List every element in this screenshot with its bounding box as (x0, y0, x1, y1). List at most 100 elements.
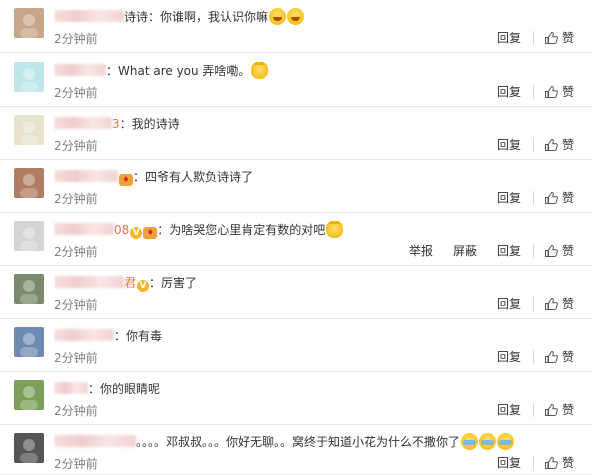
comment-row: 08 ：为啥哭您心里肯定有数的对吧 2分钟前 举报 屏蔽 回复 赞 (0, 213, 592, 266)
action-divider (532, 350, 534, 364)
like-button[interactable]: 赞 (544, 190, 574, 206)
comment-time: 2分钟前 (54, 139, 98, 153)
reply-button[interactable]: 回复 (497, 84, 521, 100)
reply-button[interactable]: 回复 (497, 137, 521, 153)
like-button[interactable]: 赞 (544, 137, 574, 153)
comment-row: 3：我的诗诗 2分钟前 回复 赞 (0, 107, 592, 160)
block-button[interactable]: 屏蔽 (453, 243, 477, 259)
comment-text: 诗诗：你谁啊，我认识你嘛 (124, 10, 269, 24)
cry-emoji-icon (461, 433, 479, 450)
comment-row: ：四爷有人欺负诗诗了 2分钟前 回复 赞 (0, 160, 592, 213)
comment-actions: 回复 赞 (497, 455, 574, 471)
reply-button[interactable]: 回复 (497, 455, 521, 471)
comment-text: 。。。。邓叔叔。。。你好无聊。。窝终于知道小花为什么不撒你了 (136, 435, 461, 449)
comment-list: 诗诗：你谁啊，我认识你嘛 2分钟前 回复赞：What are you 弄啥嘞。 2分钟… (0, 0, 592, 475)
like-label: 赞 (561, 244, 574, 258)
comment-actions: 举报 屏蔽 回复 赞 (409, 243, 574, 259)
fan-badge-icon[interactable] (143, 227, 158, 239)
like-button[interactable]: 赞 (544, 243, 574, 259)
comment-text: ：你的眼睛呢 (88, 382, 161, 396)
like-label: 赞 (561, 403, 574, 417)
action-divider (532, 138, 534, 152)
thumbs-up-icon (544, 85, 558, 98)
comment-row: 诗诗：你谁啊，我认识你嘛 2分钟前 回复 赞 (0, 0, 592, 53)
like-button[interactable]: 赞 (544, 30, 574, 46)
comment-time: 2分钟前 (54, 192, 98, 206)
comment-content: ：四爷有人欺负诗诗了 (54, 168, 582, 186)
comment-time: 2分钟前 (54, 457, 98, 471)
like-label: 赞 (561, 456, 574, 470)
laugh-emoji-icon (287, 8, 305, 25)
avatar[interactable] (14, 62, 44, 92)
username-link[interactable] (54, 435, 136, 447)
comment-time: 2分钟前 (54, 404, 98, 418)
like-button[interactable]: 赞 (544, 349, 574, 365)
avatar[interactable] (14, 327, 44, 357)
like-label: 赞 (561, 191, 574, 205)
like-button[interactable]: 赞 (544, 402, 574, 418)
cat-emoji-icon (326, 221, 344, 238)
action-divider (532, 456, 534, 470)
comment-actions: 回复 赞 (497, 190, 574, 206)
action-divider (532, 403, 534, 417)
like-label: 赞 (561, 85, 574, 99)
comment-content: 08 ：为啥哭您心里肯定有数的对吧 (54, 221, 582, 239)
avatar[interactable] (14, 221, 44, 251)
username-link[interactable] (54, 329, 114, 341)
verified-badge-icon[interactable] (130, 227, 143, 239)
action-divider (532, 31, 534, 45)
username-link[interactable] (54, 170, 118, 182)
reply-button[interactable]: 回复 (497, 296, 521, 312)
comment-time: 2分钟前 (54, 86, 98, 100)
action-divider (532, 85, 534, 99)
comment-content: ：你有毒 (54, 327, 582, 345)
comment-content: 。。。。邓叔叔。。。你好无聊。。窝终于知道小花为什么不撒你了 (54, 433, 582, 451)
avatar[interactable] (14, 168, 44, 198)
comment-row: 。。。。邓叔叔。。。你好无聊。。窝终于知道小花为什么不撒你了 2分钟前 回复 赞 (0, 425, 592, 475)
fan-badge-icon[interactable] (119, 174, 133, 186)
action-divider (532, 244, 534, 258)
comment-time: 2分钟前 (54, 351, 98, 365)
thumbs-up-icon (544, 138, 558, 151)
comment-row: 君 ：厉害了 2分钟前 回复 赞 (0, 266, 592, 319)
thumbs-up-icon (544, 403, 558, 416)
thumbs-up-icon (544, 244, 558, 257)
laugh-emoji-icon (269, 8, 287, 25)
avatar[interactable] (14, 380, 44, 410)
avatar[interactable] (14, 274, 44, 304)
avatar[interactable] (14, 8, 44, 38)
reply-button[interactable]: 回复 (497, 349, 521, 365)
comment-content: 诗诗：你谁啊，我认识你嘛 (54, 8, 582, 26)
username-link[interactable] (54, 223, 114, 235)
like-button[interactable]: 赞 (544, 296, 574, 312)
comment-content: 3：我的诗诗 (54, 115, 582, 133)
comment-text: ：我的诗诗 (119, 117, 180, 131)
username-tail[interactable]: 3 (112, 117, 120, 131)
thumbs-up-icon (544, 191, 558, 204)
comment-row: ：你的眼睛呢 2分钟前 回复 赞 (0, 372, 592, 425)
username-link[interactable] (54, 276, 124, 288)
action-divider (532, 297, 534, 311)
cat-emoji-icon (251, 62, 269, 79)
reply-button[interactable]: 回复 (497, 243, 521, 259)
username-link[interactable] (54, 64, 106, 76)
like-button[interactable]: 赞 (544, 84, 574, 100)
avatar[interactable] (14, 115, 44, 145)
avatar[interactable] (14, 433, 44, 463)
username-tail[interactable]: 08 (114, 223, 129, 237)
like-button[interactable]: 赞 (544, 455, 574, 471)
comment-actions: 回复 赞 (497, 137, 574, 153)
comment-text: ：What are you 弄啥嘞。 (106, 64, 251, 78)
reply-button[interactable]: 回复 (497, 190, 521, 206)
like-label: 赞 (561, 350, 574, 364)
username-link[interactable] (54, 382, 88, 394)
verified-badge-icon[interactable] (137, 280, 150, 292)
username-tail[interactable]: 君 (124, 276, 136, 290)
username-link[interactable] (54, 117, 112, 129)
comment-row: ：你有毒 2分钟前 回复 赞 (0, 319, 592, 372)
reply-button[interactable]: 回复 (497, 30, 521, 46)
reply-button[interactable]: 回复 (497, 402, 521, 418)
comment-text: ：为啥哭您心里肯定有数的对吧 (157, 223, 326, 237)
report-button[interactable]: 举报 (409, 243, 433, 259)
username-link[interactable] (54, 10, 124, 22)
